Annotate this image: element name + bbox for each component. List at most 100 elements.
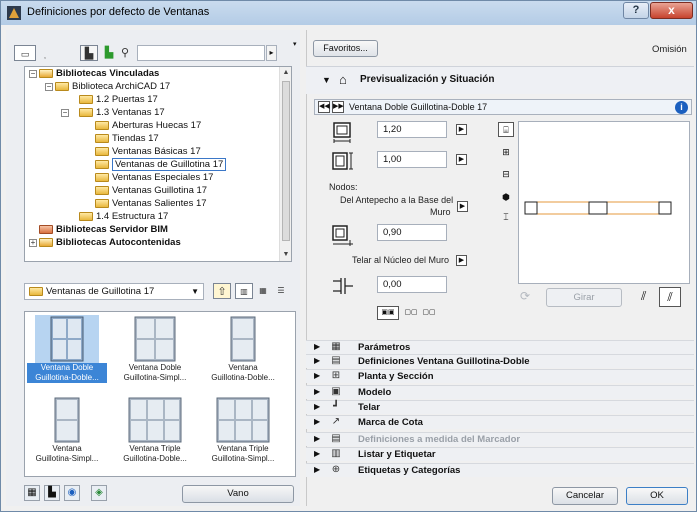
gallery-item[interactable]: Ventana Guillotina-Simpl... xyxy=(27,396,107,468)
tree-item[interactable]: 1.2 Puertas 17 xyxy=(79,94,158,106)
section-row-telar[interactable]: ▶ ┛ Telar xyxy=(306,400,694,414)
tree-item[interactable]: Aberturas Huecas 17 xyxy=(95,120,201,132)
scroll-down-icon[interactable]: ▼ xyxy=(280,249,292,261)
section-label: Planta y Sección xyxy=(358,371,434,382)
tree-item[interactable]: Bibliotecas Vinculadas xyxy=(39,68,159,80)
expand-toggle[interactable]: + xyxy=(29,239,37,247)
section-row-definiciones[interactable]: ▶ ▤ Definiciones Ventana Guillotina-Doble xyxy=(306,354,694,368)
folder-select[interactable]: Ventanas de Guillotina 17 ▼ xyxy=(24,283,204,300)
height-icon xyxy=(332,152,353,170)
anchor-mode-1-icon[interactable]: ▣▣ xyxy=(377,306,399,320)
window-thumbnail-icon xyxy=(230,316,256,362)
add-object-icon[interactable]: ▙ xyxy=(44,485,60,501)
section-row-listar[interactable]: ▶ ▥ Listar y Etiquetar xyxy=(306,447,694,461)
tree-item[interactable]: Tiendas 17 xyxy=(95,133,159,145)
3d-view-icon[interactable]: ⬢ xyxy=(498,190,514,205)
nodos-label: Nodos: xyxy=(329,182,358,192)
preview-canvas xyxy=(518,121,690,284)
expand-triangle-icon: ▶ xyxy=(314,465,321,474)
wall-offset-field[interactable]: 0,00 xyxy=(377,276,447,293)
favoritos-button[interactable]: Favoritos... xyxy=(313,40,378,57)
vano-button[interactable]: Vano xyxy=(182,485,294,503)
pane-menu-arrow-icon[interactable]: ▾ xyxy=(293,40,297,48)
scroll-up-icon[interactable]: ▲ xyxy=(280,67,292,79)
tree-item[interactable]: 1.3 Ventanas 17 xyxy=(79,107,165,119)
collapse-toggle[interactable]: − xyxy=(45,83,53,91)
search-icon[interactable]: ⚲ xyxy=(116,45,134,61)
marca-cota-icon: ↗ xyxy=(331,416,341,427)
close-button[interactable]: x xyxy=(650,2,693,19)
tree-item[interactable]: Ventanas Especiales 17 xyxy=(95,172,213,184)
window-thumbnail-icon xyxy=(216,397,270,443)
library-manager-icon[interactable]: ▙ xyxy=(80,45,98,61)
next-element-icon[interactable]: ▶▶ xyxy=(332,101,344,113)
section-label: Telar xyxy=(358,402,381,413)
collapse-toggle[interactable]: − xyxy=(29,70,37,78)
tree-scrollbar[interactable]: ▲ ▼ xyxy=(279,67,291,261)
width-field[interactable]: 1,20 xyxy=(377,121,447,138)
tree-item[interactable]: 1.4 Estructura 17 xyxy=(79,211,168,223)
gallery-item[interactable]: Ventana Guillotina-Doble... xyxy=(203,315,283,387)
girar-button[interactable]: Girar xyxy=(546,288,622,307)
scroll-thumb[interactable] xyxy=(282,81,290,241)
folder-up-icon[interactable]: ⇧ xyxy=(213,283,231,299)
section-row-planta[interactable]: ▶ ⊞ Planta y Sección xyxy=(306,369,694,383)
antepecho-more-button[interactable]: ▶ xyxy=(457,201,468,212)
sill-height-field[interactable]: 0,90 xyxy=(377,224,447,241)
search-options-button[interactable]: ▸ xyxy=(266,45,277,61)
section-row-parametros[interactable]: ▶ ▦ Parámetros xyxy=(306,340,694,354)
section-label: Listar y Etiquetar xyxy=(358,449,436,460)
gallery-item[interactable]: Ventana Triple Guillotina-Doble... xyxy=(115,396,195,468)
help-button[interactable]: ? xyxy=(623,2,649,19)
search-input[interactable] xyxy=(137,45,265,61)
tree-item[interactable]: Ventanas Guillotina 17 xyxy=(95,185,207,197)
elevation-view-icon[interactable]: ⊟ xyxy=(498,167,514,182)
mirror-active-icon[interactable]: ⫽ xyxy=(659,287,681,307)
gallery-item[interactable]: Ventana Doble Guillotina-Doble... xyxy=(27,315,107,387)
tree-item[interactable]: Bibliotecas Autocontenidas xyxy=(39,237,181,249)
view-small-icon[interactable]: ▦ xyxy=(254,283,272,299)
tree-item-selected[interactable]: Ventanas de Guillotina 17 xyxy=(95,158,227,171)
telar-more-button[interactable]: ▶ xyxy=(456,255,467,266)
planta-icon: ⊞ xyxy=(331,370,341,381)
anchor-mode-3-icon[interactable]: ▢▢ xyxy=(420,306,438,320)
tree-item[interactable]: Ventanas Básicas 17 xyxy=(95,146,201,158)
cancel-button[interactable]: Cancelar xyxy=(552,487,618,505)
expand-triangle-icon: ▶ xyxy=(314,449,321,458)
height-field[interactable]: 1,00 xyxy=(377,151,447,168)
view-large-icon[interactable]: ▥ xyxy=(235,283,253,299)
window-thumbnail-icon xyxy=(35,315,99,363)
window-thumbnail-icon xyxy=(54,397,80,443)
view-details-icon[interactable]: ☰ xyxy=(272,283,290,299)
library-settings-icon[interactable]: ▦ xyxy=(24,485,40,501)
section-row-etiquetas[interactable]: ▶ ⊕ Etiquetas y Categorías xyxy=(306,463,694,477)
previous-element-icon[interactable]: ◀◀ xyxy=(318,101,330,113)
view-list-icon[interactable]: ▭ xyxy=(14,45,36,61)
section-row-modelo[interactable]: ▶ ▣ Modelo xyxy=(306,385,694,399)
gallery-item-label: Ventana Doble Guillotina-Simpl... xyxy=(123,363,187,382)
title-bar: Definiciones por defecto de Ventanas ? x xyxy=(1,1,696,25)
preview-panel-header[interactable]: ▼ ⌂ Previsualización y Situación xyxy=(306,66,694,94)
tree-item[interactable]: Ventanas Salientes 17 xyxy=(95,198,207,210)
gallery-item-label: Ventana Guillotina-Doble... xyxy=(211,363,275,382)
mirror-icon[interactable]: ⫽ xyxy=(641,289,646,304)
section-view-icon[interactable]: ⊞ xyxy=(498,145,514,160)
height-more-button[interactable]: ▶ xyxy=(456,154,467,165)
tree-item[interactable]: Bibliotecas Servidor BIM xyxy=(39,224,168,236)
web-globe-icon[interactable]: ◉ xyxy=(64,485,80,501)
gallery-item[interactable]: Ventana Triple Guillotina-Simpl... xyxy=(203,396,283,468)
gallery-item-label: Ventana Triple Guillotina-Simpl... xyxy=(211,444,275,463)
anchor-mode-2-icon[interactable]: ▢▢ xyxy=(402,306,420,320)
plan-view-icon[interactable]: ⌸ xyxy=(498,122,514,137)
frame-view-icon[interactable]: ⌶ xyxy=(498,210,514,225)
ok-button[interactable]: OK xyxy=(626,487,688,505)
view-dropdown-icon[interactable]: , xyxy=(36,49,54,65)
telar-label: Telar al Núcleo del Muro xyxy=(352,255,450,265)
collapse-toggle[interactable]: − xyxy=(61,109,69,117)
tree-item[interactable]: Biblioteca ArchiCAD 17 xyxy=(55,81,170,93)
info-icon[interactable]: i xyxy=(675,101,688,114)
bimcomponents-icon[interactable]: ◈ xyxy=(91,485,107,501)
gallery-item[interactable]: Ventana Doble Guillotina-Simpl... xyxy=(115,315,195,387)
section-row-marca-cota[interactable]: ▶ ↗ Marca de Cota xyxy=(306,415,694,429)
width-more-button[interactable]: ▶ xyxy=(456,124,467,135)
